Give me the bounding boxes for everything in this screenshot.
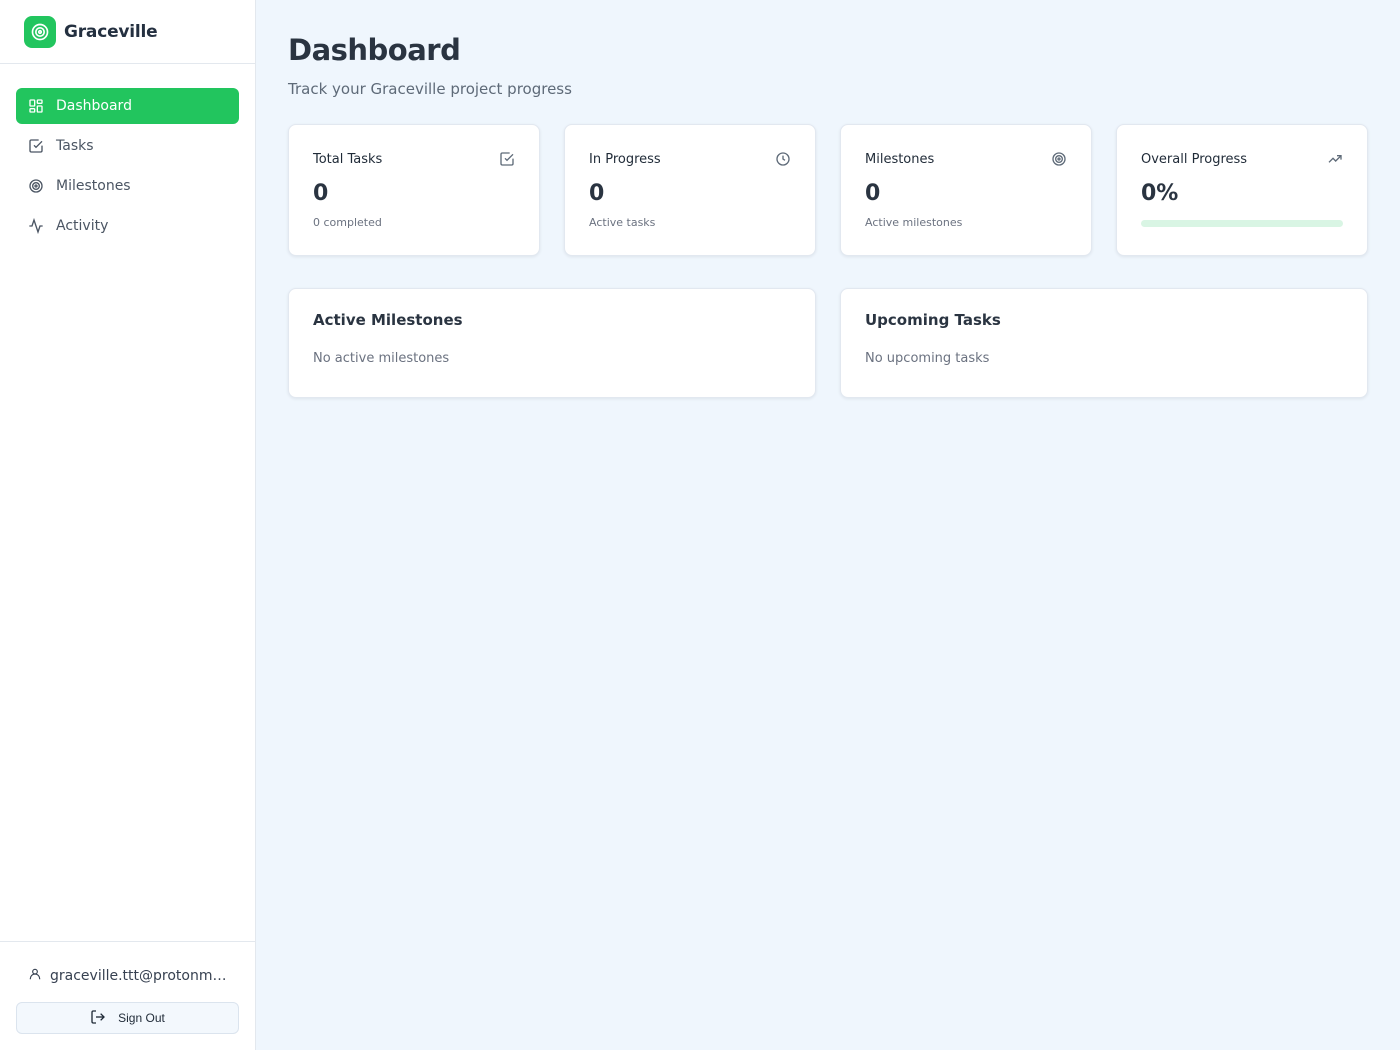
sidebar-nav: Dashboard Tasks Milestones Activity — [0, 64, 255, 941]
page-subtitle: Track your Graceville project progress — [288, 80, 572, 98]
sign-out-button[interactable]: Sign Out — [16, 1002, 239, 1034]
sidebar-item-label: Milestones — [56, 178, 131, 194]
main-content: Dashboard Track your Graceville project … — [256, 0, 1400, 1050]
sidebar: Graceville Dashboard Tasks Milestones Ac… — [0, 0, 256, 1050]
stat-subtext: Active tasks — [589, 216, 656, 229]
brand-name: Graceville — [64, 21, 158, 42]
user-email: graceville.ttt@protonmail... — [50, 968, 227, 984]
panels-grid: Active Milestones No active milestones U… — [288, 288, 1368, 398]
checkbox-icon — [28, 138, 44, 154]
stat-value: 0% — [1141, 181, 1179, 206]
stat-subtext: 0 completed — [313, 216, 382, 229]
active-milestones-panel: Active Milestones No active milestones — [288, 288, 816, 398]
stat-value: 0 — [865, 181, 881, 206]
panel-title: Upcoming Tasks — [865, 311, 1001, 329]
sidebar-item-label: Tasks — [56, 138, 94, 154]
activity-icon — [28, 218, 44, 234]
stat-label: Total Tasks — [313, 151, 383, 167]
trending-up-icon — [1327, 151, 1343, 167]
empty-state-text: No upcoming tasks — [865, 351, 990, 366]
user-icon — [28, 967, 42, 985]
stat-card-total-tasks: Total Tasks 0 0 completed — [288, 124, 540, 256]
user-info: graceville.ttt@protonmail... — [16, 958, 239, 994]
stat-value: 0 — [313, 181, 329, 206]
clock-icon — [775, 151, 791, 167]
dashboard-grid-icon — [28, 98, 44, 114]
sidebar-item-label: Activity — [56, 218, 109, 234]
brand[interactable]: Graceville — [0, 0, 255, 64]
stat-value: 0 — [589, 181, 605, 206]
stat-label: Milestones — [865, 151, 935, 167]
stat-subtext: Active milestones — [865, 216, 963, 229]
panel-title: Active Milestones — [313, 311, 463, 329]
sidebar-footer: graceville.ttt@protonmail... Sign Out — [0, 941, 255, 1050]
sidebar-item-milestones[interactable]: Milestones — [16, 168, 239, 204]
stat-card-overall-progress: Overall Progress 0% — [1116, 124, 1368, 256]
logout-icon — [90, 1009, 106, 1028]
stats-grid: Total Tasks 0 0 completed In Progress 0 … — [288, 124, 1368, 256]
upcoming-tasks-panel: Upcoming Tasks No upcoming tasks — [840, 288, 1368, 398]
target-icon — [1051, 151, 1067, 167]
target-icon — [24, 15, 56, 48]
sidebar-item-activity[interactable]: Activity — [16, 208, 239, 244]
target-icon — [28, 178, 44, 194]
progress-bar — [1141, 220, 1343, 227]
stat-label: Overall Progress — [1141, 151, 1248, 167]
checkbox-icon — [499, 151, 515, 167]
stat-card-in-progress: In Progress 0 Active tasks — [564, 124, 816, 256]
sidebar-item-dashboard[interactable]: Dashboard — [16, 88, 239, 124]
sidebar-item-label: Dashboard — [56, 98, 132, 114]
stat-card-milestones: Milestones 0 Active milestones — [840, 124, 1092, 256]
sign-out-label: Sign Out — [118, 1011, 165, 1025]
page-title: Dashboard — [288, 33, 461, 67]
sidebar-item-tasks[interactable]: Tasks — [16, 128, 239, 164]
empty-state-text: No active milestones — [313, 351, 450, 366]
stat-label: In Progress — [589, 151, 661, 167]
